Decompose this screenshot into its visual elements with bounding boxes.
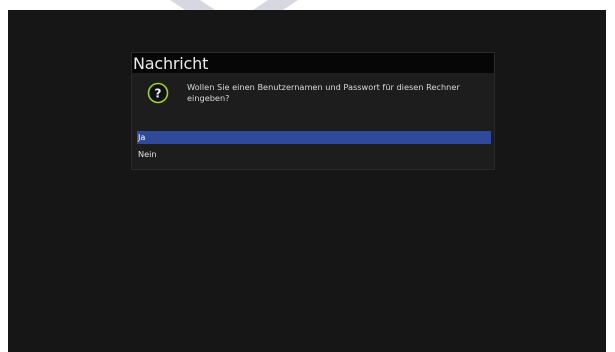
top-decoration	[0, 0, 615, 10]
option-no[interactable]: Nein	[137, 148, 491, 161]
option-list: Ja Nein	[137, 131, 491, 161]
question-icon: ?	[147, 82, 169, 104]
dialog-header: Nachricht	[132, 53, 494, 73]
message-dialog: Nachricht ? Wollen Sie einen Benutzernam…	[131, 52, 495, 170]
svg-text:?: ?	[155, 87, 162, 101]
dialog-message: Wollen Sie einen Benutzernamen und Passw…	[187, 82, 460, 103]
dialog-title: Nachricht	[133, 54, 209, 73]
option-yes[interactable]: Ja	[137, 131, 491, 144]
